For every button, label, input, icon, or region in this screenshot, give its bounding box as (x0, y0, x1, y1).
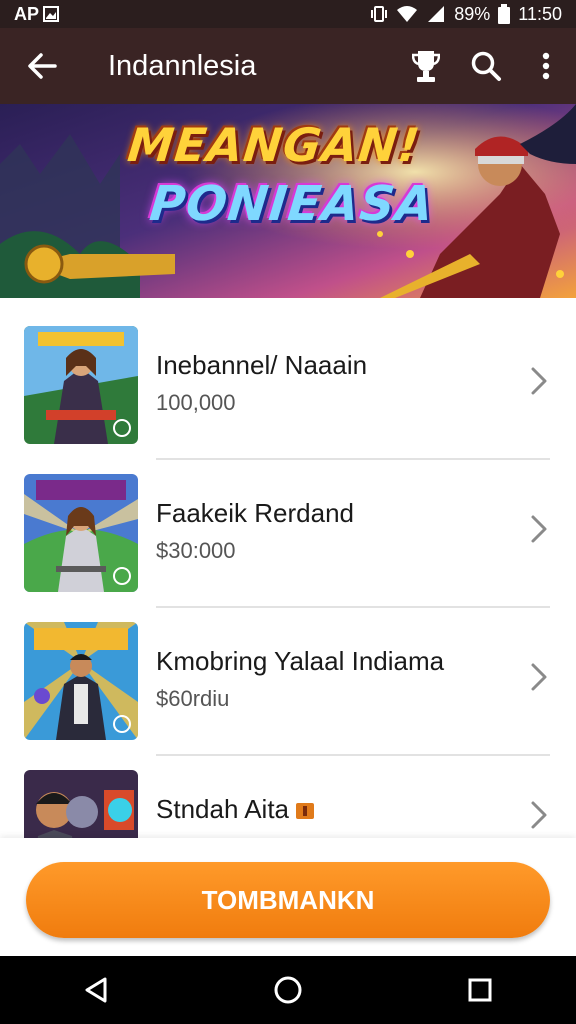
list-item[interactable]: Stndah Aita (0, 768, 576, 838)
chevron-right-icon (531, 515, 547, 543)
item-price: $60rdiu (156, 686, 230, 711)
thumbnail-artwork (24, 326, 138, 444)
nav-back-button[interactable] (46, 956, 146, 1024)
wifi-icon (397, 6, 418, 22)
list-item[interactable]: Kmobring Yalaal Indiama $60rdiu (0, 620, 576, 768)
more-options-button[interactable] (516, 28, 576, 104)
list-item[interactable]: Faakeik Rerdand $30:000 (0, 472, 576, 620)
nav-home-button[interactable] (238, 956, 338, 1024)
home-circle-icon (274, 976, 302, 1004)
nav-recents-button[interactable] (430, 956, 530, 1024)
item-list: Inebannel/ Naaain 100,000 Faakeik Rerdan… (0, 298, 576, 838)
chevron-right-icon (531, 367, 547, 395)
chevron-right-icon (531, 663, 547, 691)
bottom-action-area: TOMBMANKN (0, 838, 576, 956)
notification-image-icon (43, 6, 60, 22)
badge-icon (296, 803, 315, 820)
item-thumbnail (24, 474, 138, 592)
thumbnail-artwork (24, 622, 138, 740)
item-price: 100,000 (156, 390, 236, 415)
trophy-icon (412, 51, 440, 82)
item-thumbnail (24, 326, 138, 444)
item-name: Faakeik Rerdand (156, 498, 354, 528)
primary-action-button[interactable]: TOMBMANKN (26, 862, 550, 938)
item-name: Stndah Aita (156, 794, 315, 825)
divider (156, 458, 550, 460)
search-icon (471, 51, 501, 81)
thumbnail-artwork (24, 770, 138, 838)
back-button[interactable] (0, 28, 84, 104)
divider (156, 606, 550, 608)
status-bar: AP 89% 11:50 (0, 0, 576, 28)
item-price: $30:000 (156, 538, 236, 563)
trophy-button[interactable] (396, 28, 456, 104)
battery-icon (498, 4, 511, 24)
promo-banner[interactable]: MEANGAN! PONIEASA (0, 104, 576, 298)
battery-percent: 89% (454, 3, 491, 24)
back-arrow-icon (28, 53, 57, 79)
banner-title-line2: PONIEASA (147, 176, 437, 232)
list-item[interactable]: Inebannel/ Naaain 100,000 (0, 324, 576, 472)
banner-title-line1: MEANGAN! (125, 118, 423, 172)
vibrate-icon (371, 6, 388, 22)
item-thumbnail (24, 770, 138, 838)
carrier-label: AP (14, 3, 40, 24)
app-bar: Indannlesia (0, 28, 576, 104)
chevron-right-icon (531, 801, 547, 829)
signal-icon (428, 6, 445, 22)
system-nav-bar (0, 956, 576, 1024)
item-name: Kmobring Yalaal Indiama (156, 646, 445, 676)
more-vert-icon (542, 52, 550, 80)
status-right: 89% 11:50 (370, 4, 562, 25)
thumbnail-artwork (24, 474, 138, 592)
divider (156, 754, 550, 756)
clock: 11:50 (518, 3, 562, 24)
status-left: AP (14, 3, 60, 25)
item-name-text: Stndah Aita (156, 794, 289, 824)
item-thumbnail (24, 622, 138, 740)
item-name: Inebannel/ Naaain (156, 350, 368, 380)
page-title: Indannlesia (108, 49, 257, 82)
search-button[interactable] (456, 28, 516, 104)
back-triangle-icon (85, 977, 107, 1003)
recents-square-icon (468, 978, 492, 1002)
